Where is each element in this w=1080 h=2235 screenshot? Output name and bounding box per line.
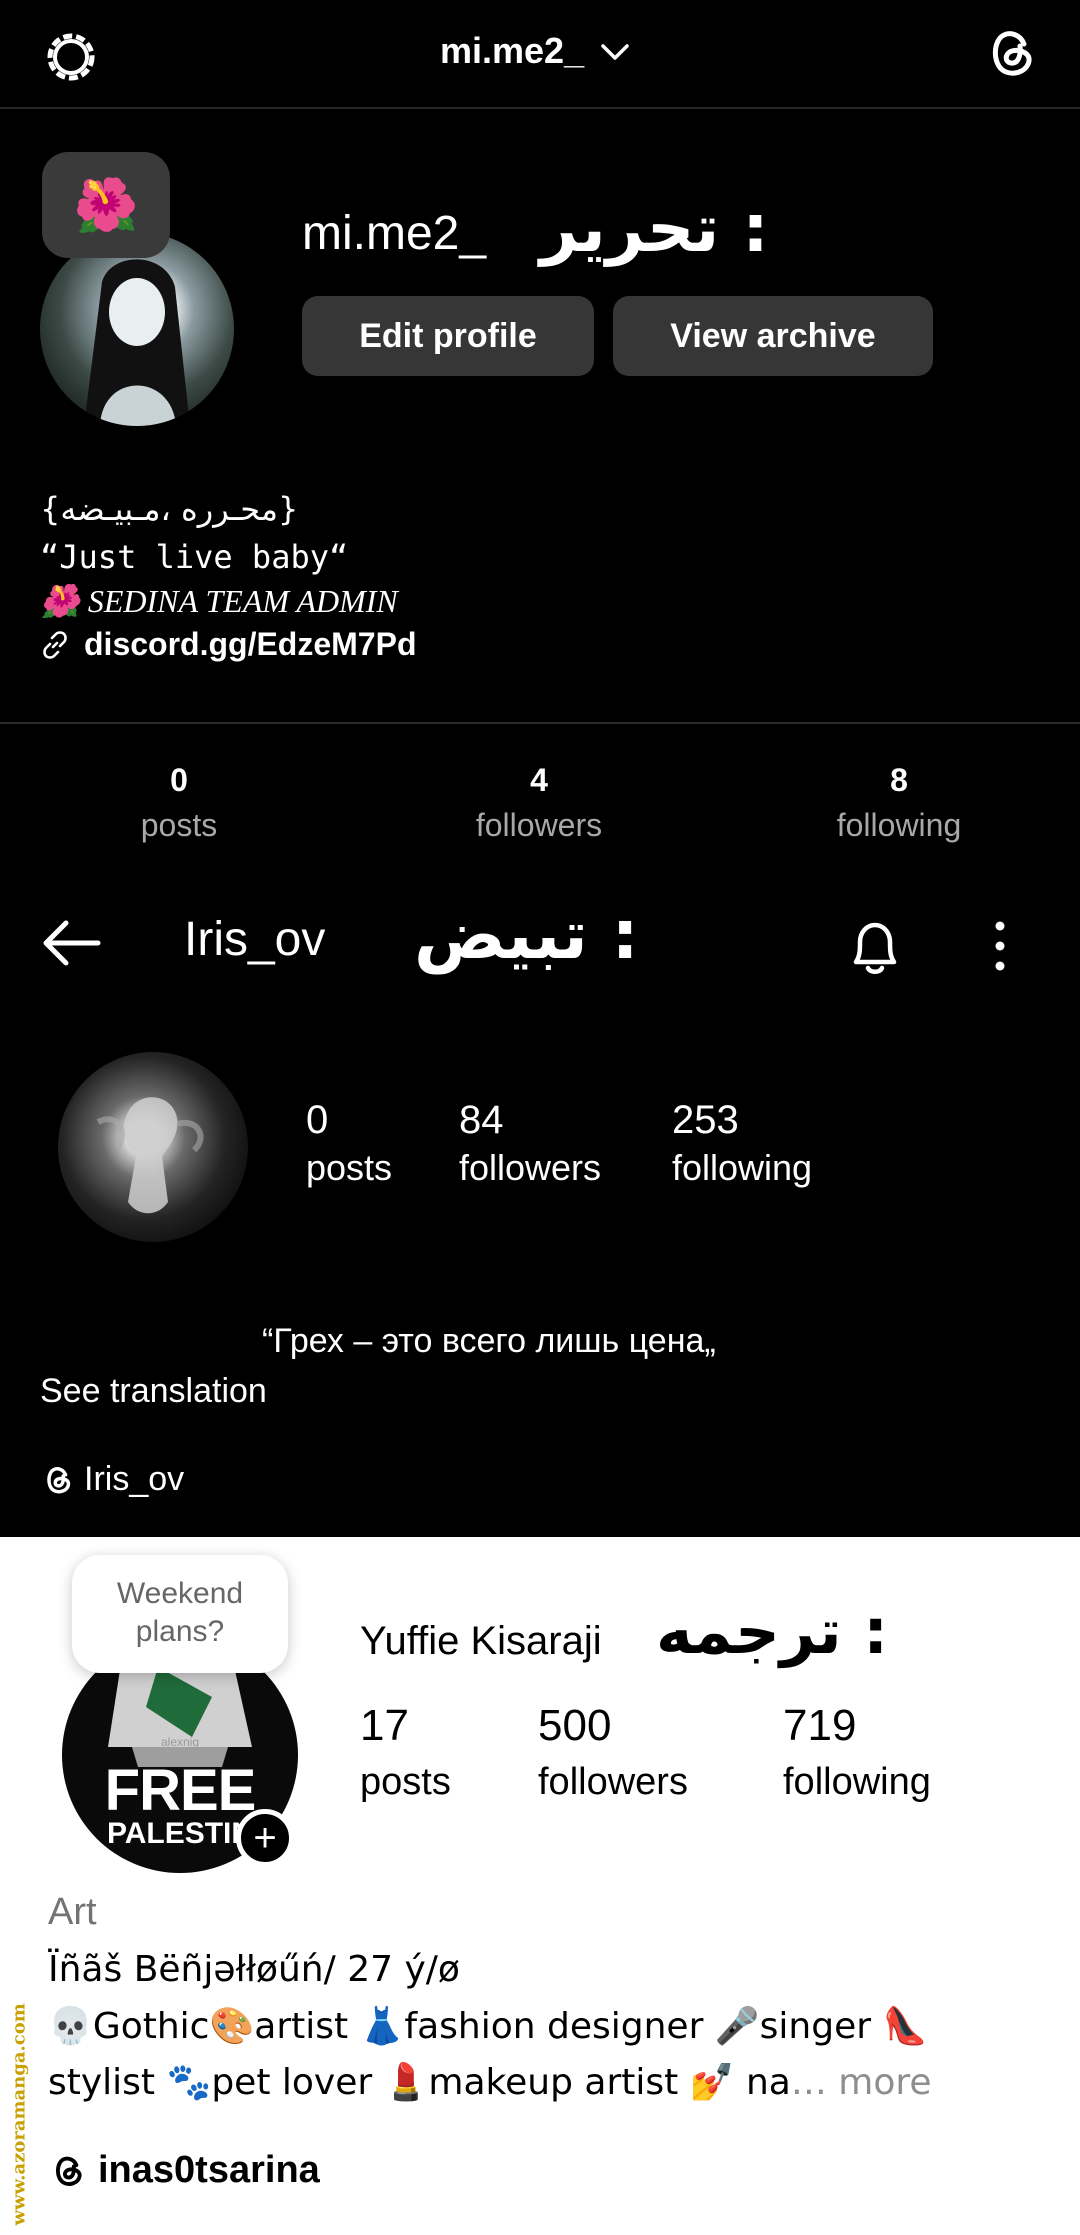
stat-following-count: 253 — [672, 1098, 739, 1142]
threads-profile-link[interactable]: inas0tsarina — [48, 2149, 320, 2192]
stat-following[interactable]: 719 following — [783, 1701, 931, 1804]
threads-profile-link[interactable]: Iris_ov — [40, 1460, 184, 1499]
note-bubble[interactable]: 🌺 — [42, 152, 170, 258]
stat-followers-label: followers — [538, 1761, 688, 1803]
threads-icon[interactable] — [980, 22, 1042, 84]
more-link[interactable]: … more — [791, 2062, 932, 2103]
avatar-small-text: alexnig — [160, 1735, 200, 1749]
threads-icon — [48, 2151, 88, 2191]
stat-following-label: following — [672, 1147, 813, 1188]
stat-following[interactable]: 8 following — [769, 762, 1029, 844]
stat-following[interactable]: 253 following — [672, 1098, 812, 1189]
stat-followers-count: 500 — [538, 1701, 612, 1750]
profile-iris-section: Iris_ov : تبيض 0 posts 84 followers 253 … — [0, 882, 1080, 1537]
profile-category: Art — [48, 1891, 97, 1933]
stat-followers[interactable]: 500 followers — [538, 1701, 688, 1804]
bio-link-text[interactable]: discord.gg/EdzeM7Pd — [84, 626, 416, 663]
profile-name: mi.me2_ — [302, 207, 487, 260]
role-caption-edit: : تحرير — [540, 190, 769, 267]
top-bar-divider — [0, 107, 1080, 109]
role-caption-translate: : ترجمه — [656, 1595, 889, 1668]
bio-line-3: 🌺 SEDINA TEAM ADMIN — [40, 583, 398, 619]
profile-own-section: mi.me2_ 🌺 mi.me2_ : تحرير Edit profile V… — [0, 0, 1080, 720]
stat-followers-count: 84 — [459, 1098, 504, 1142]
stat-following-count: 719 — [783, 1701, 857, 1750]
site-watermark: www.azoramanga.com — [4, 1980, 30, 2230]
threads-link-text[interactable]: inas0tsarina — [98, 2149, 320, 2192]
edit-profile-button[interactable]: Edit profile — [302, 296, 594, 376]
note-bubble[interactable]: Weekend plans? — [72, 1555, 288, 1673]
view-archive-button[interactable]: View archive — [613, 296, 933, 376]
bio-line-2: stylist 🐾pet lover 💄makeup artist 💅 na… … — [48, 2061, 932, 2103]
stat-followers-label: followers — [475, 807, 603, 843]
bell-icon[interactable] — [846, 916, 904, 978]
stat-followers[interactable]: 84 followers — [459, 1098, 601, 1189]
role-caption-bleach: : تبيض — [414, 896, 639, 975]
profile-display-name: Ïñãš Bëñjəłłøűń/ 27 ý/ø — [48, 1949, 460, 1990]
bio-link[interactable]: discord.gg/EdzeM7Pd — [40, 626, 416, 663]
chevron-down-icon[interactable] — [600, 42, 630, 62]
stat-posts-count: 17 — [360, 1701, 409, 1750]
threads-link-text[interactable]: Iris_ov — [84, 1460, 184, 1499]
stat-posts[interactable]: 0 posts — [49, 762, 309, 844]
more-vertical-icon[interactable] — [990, 916, 1010, 976]
stat-posts-label: posts — [140, 807, 218, 843]
account-switcher-username[interactable]: mi.me2_ — [440, 30, 584, 72]
stat-following-label: following — [836, 807, 962, 843]
back-arrow-icon[interactable] — [40, 918, 102, 968]
bio-line-1: {محـرره ،مـبيـضه} — [40, 490, 299, 528]
stat-posts-count: 0 — [170, 762, 188, 798]
hibiscus-icon: 🌺 — [73, 176, 139, 235]
bio-quote: “Грех – это всего лишь цена„ — [262, 1322, 716, 1360]
gear-icon[interactable] — [40, 26, 102, 88]
stat-following-count: 8 — [890, 762, 908, 798]
stat-following-label: following — [783, 1761, 931, 1803]
bio-line-1: 💀Gothic🎨artist 👗fashion designer 🎤singer… — [48, 2006, 928, 2047]
plus-icon[interactable]: + — [236, 1809, 294, 1867]
stat-posts[interactable]: 17 posts — [360, 1701, 451, 1804]
profile-username: Iris_ov — [184, 913, 326, 966]
stat-followers-label: followers — [459, 1147, 602, 1188]
link-icon — [40, 630, 70, 660]
bio-line-2: “Just live baby“ — [40, 538, 349, 576]
watermark-text: www.azoramanga.com — [8, 2003, 30, 2226]
stat-posts-label: posts — [306, 1147, 393, 1188]
bio-line-2-text: stylist 🐾pet lover 💄makeup artist 💅 na — [48, 2062, 791, 2103]
stat-posts[interactable]: 0 posts — [306, 1098, 392, 1189]
stat-posts-count: 0 — [306, 1098, 329, 1142]
profile-avatar[interactable] — [58, 1052, 248, 1242]
see-translation-link[interactable]: See translation — [40, 1372, 267, 1411]
profile-avatar[interactable] — [40, 232, 234, 426]
profile-stats-bar: 0 posts 4 followers 8 following — [0, 722, 1080, 884]
stat-followers-count: 4 — [530, 762, 548, 798]
stat-followers[interactable]: 4 followers — [409, 762, 669, 844]
threads-icon — [40, 1462, 76, 1498]
stat-posts-label: posts — [360, 1761, 451, 1803]
profile-yuffie-section: FREE PALESTIN alexnig + Weekend plans? Y… — [0, 1537, 1080, 2235]
profile-name: Yuffie Kisaraji — [360, 1619, 602, 1663]
